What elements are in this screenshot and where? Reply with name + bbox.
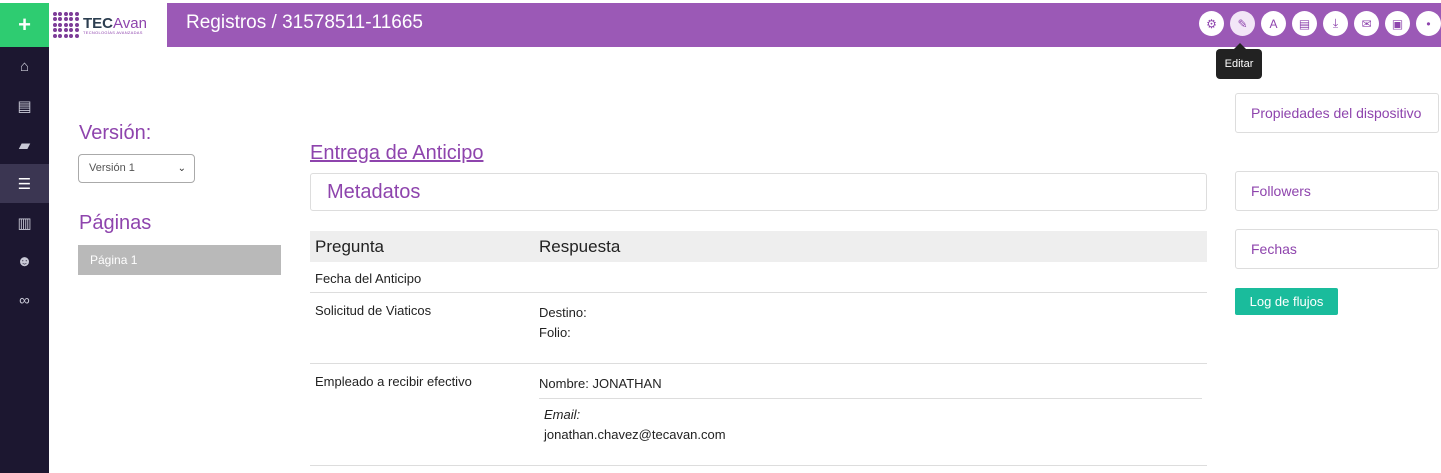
answer-cell xyxy=(539,271,1207,292)
email-label: Email: xyxy=(544,407,581,422)
version-select[interactable]: Versión 1 ⌄ xyxy=(78,154,195,183)
table-row: Solicitud de Viaticos Destino: Folio: xyxy=(310,293,1207,364)
logo-main-text: TECAvan xyxy=(83,14,147,32)
archive-icon[interactable]: ▣ xyxy=(1385,11,1410,36)
tecavan-logo[interactable]: TECAvan TECNOLOGÍAS AVANZADAS xyxy=(49,3,167,47)
column-answer: Respuesta xyxy=(539,236,621,256)
book-icon[interactable]: ▰ xyxy=(0,125,49,164)
table-row: Empleado a recibir efectivo Nombre: JONA… xyxy=(310,364,1207,466)
font-icon[interactable]: A xyxy=(1261,11,1286,36)
flow-log-button[interactable]: Log de flujos xyxy=(1235,288,1338,315)
gear-icon[interactable]: ⚙ xyxy=(1199,11,1224,36)
answer-cell: Destino: Folio: xyxy=(539,303,1207,363)
pencil-icon[interactable]: ✎ xyxy=(1230,11,1255,36)
question-cell: Fecha del Anticipo xyxy=(315,271,422,286)
bar-chart-icon[interactable]: ▥ xyxy=(0,203,49,242)
destino-label: Destino: xyxy=(539,305,587,320)
toolbar: ⚙ ✎ A ▤ ⤓ ✉ ▣ • xyxy=(1199,11,1441,36)
edit-tooltip: Editar xyxy=(1216,43,1262,79)
file-icon[interactable]: ▤ xyxy=(1292,11,1317,36)
logo-subtitle: TECNOLOGÍAS AVANZADAS xyxy=(83,29,143,35)
download-icon[interactable]: ⤓ xyxy=(1323,11,1348,36)
users-icon[interactable]: ☻ xyxy=(0,242,49,281)
form-title-link[interactable]: Entrega de Anticipo xyxy=(310,142,483,165)
folio-label: Folio: xyxy=(539,325,571,340)
more-icon[interactable]: • xyxy=(1416,11,1441,36)
table-row: Fecha del Anticipo xyxy=(310,262,1207,293)
followers-button[interactable]: Followers xyxy=(1235,171,1439,211)
page-title: Registros / 31578511-11665 xyxy=(186,12,423,33)
new-button[interactable]: + xyxy=(0,3,49,47)
column-question: Pregunta xyxy=(315,236,384,256)
answer-cell: Nombre: JONATHAN Email: jonathan.chavez@… xyxy=(539,374,1207,465)
version-selected: Versión 1 xyxy=(89,162,135,174)
document-icon[interactable]: ▤ xyxy=(0,86,49,125)
page-item[interactable]: Página 1 xyxy=(78,245,281,275)
employee-email: Email: jonathan.chavez@tecavan.com xyxy=(539,398,1202,445)
question-cell: Solicitud de Viaticos xyxy=(315,303,432,318)
pages-label: Páginas xyxy=(79,212,152,234)
employee-name: Nombre: JONATHAN xyxy=(539,376,662,391)
home-icon[interactable]: ⌂ xyxy=(0,47,49,86)
answers-table: Pregunta Respuesta Fecha del Anticipo So… xyxy=(310,231,1207,466)
metadata-panel[interactable]: Metadatos xyxy=(310,173,1207,211)
version-label: Versión: xyxy=(79,122,152,144)
dates-button[interactable]: Fechas xyxy=(1235,229,1439,269)
list-icon[interactable]: ☰ xyxy=(0,164,49,203)
email-value: jonathan.chavez@tecavan.com xyxy=(544,427,726,442)
table-header: Pregunta Respuesta xyxy=(310,231,1207,262)
link-icon[interactable]: ∞ xyxy=(0,281,49,320)
question-cell: Empleado a recibir efectivo xyxy=(315,374,472,389)
device-properties-button[interactable]: Propiedades del dispositivo xyxy=(1235,93,1439,133)
envelope-icon[interactable]: ✉ xyxy=(1354,11,1379,36)
logo-dots-icon xyxy=(53,12,79,38)
sidebar: ⌂ ▤ ▰ ☰ ▥ ☻ ∞ xyxy=(0,47,49,473)
chevron-down-icon: ⌄ xyxy=(177,163,186,174)
